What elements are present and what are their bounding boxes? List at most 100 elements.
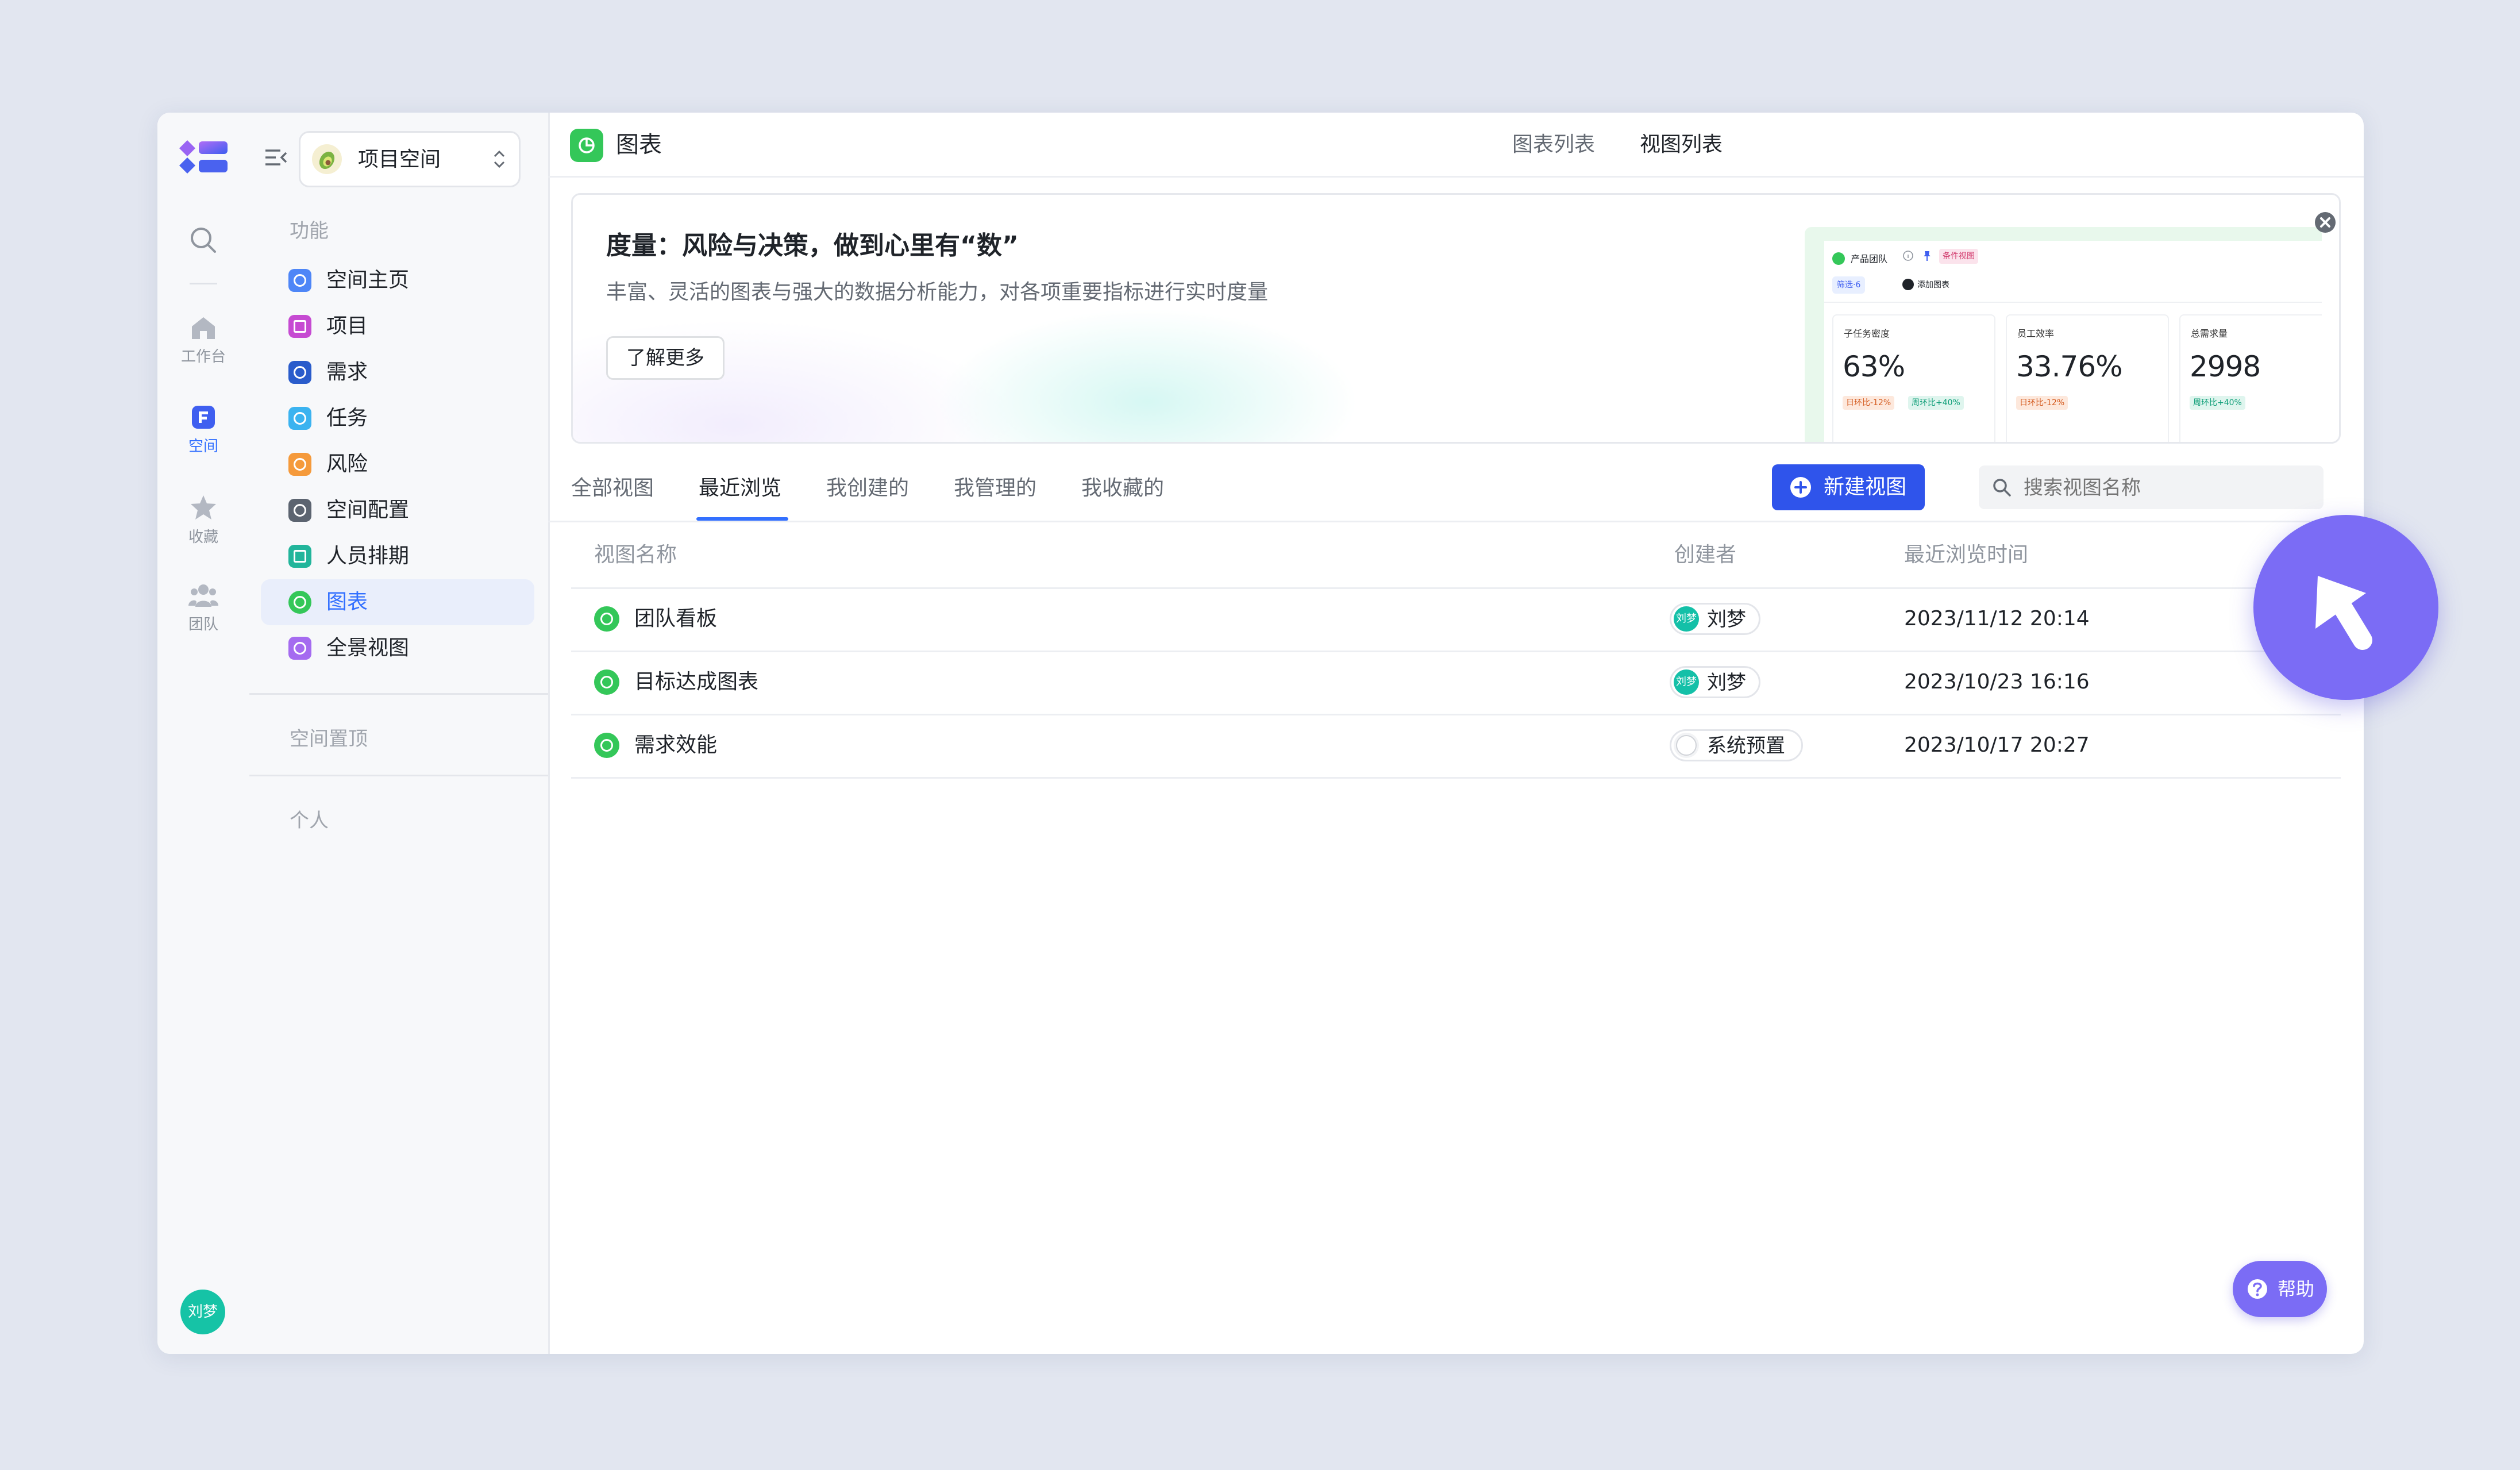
app-logo[interactable] bbox=[179, 137, 228, 177]
preview-filter: 筛选·6 bbox=[1832, 276, 1866, 294]
preview-add-chart: 添加图表 bbox=[1917, 280, 1949, 290]
tab-created-by-me[interactable]: 我创建的 bbox=[826, 475, 909, 502]
kpi-badge: 日环比-12% bbox=[1843, 396, 1895, 410]
sidebar-divider bbox=[249, 693, 548, 695]
tab-view-list[interactable]: 视图列表 bbox=[1640, 131, 1723, 159]
banner-subtitle: 丰富、灵活的图表与强大的数据分析能力，对各项重要指标进行实时度量 bbox=[606, 280, 1269, 304]
sidebar-item-charts[interactable]: 图表 bbox=[261, 579, 534, 625]
creator-name: 系统预置 bbox=[1707, 734, 1785, 757]
last-viewed-time: 2023/10/17 20:27 bbox=[1904, 733, 2090, 757]
sidebar-item-schedule[interactable]: 人员排期 bbox=[261, 533, 534, 579]
kpi-card: 总需求量 2998 周环比+40% bbox=[2179, 314, 2322, 442]
chart-view-icon bbox=[594, 669, 619, 695]
table-row[interactable]: 目标达成图表 刘梦 刘梦 2023/10/23 16:16 bbox=[571, 651, 2341, 715]
collapse-sidebar-icon[interactable] bbox=[263, 145, 288, 170]
pin-icon bbox=[1922, 250, 1932, 261]
tab-all-views[interactable]: 全部视图 bbox=[571, 475, 654, 502]
table-row[interactable]: 需求效能 系统预置 2023/10/17 20:27 bbox=[571, 714, 2341, 779]
sidebar-item-risk[interactable]: 风险 bbox=[261, 441, 534, 487]
chevron-updown-icon bbox=[490, 148, 508, 171]
user-avatar[interactable]: 刘梦 bbox=[180, 1290, 225, 1334]
rail-item-favorites[interactable]: 收藏 bbox=[157, 494, 249, 547]
new-view-button[interactable]: 新建视图 bbox=[1772, 464, 1925, 510]
preview-chart-icon bbox=[1832, 252, 1845, 265]
panorama-icon bbox=[288, 637, 311, 660]
rail-item-label: 团队 bbox=[188, 616, 218, 633]
rail-item-workbench[interactable]: 工作台 bbox=[157, 315, 249, 366]
logo-icon bbox=[179, 140, 228, 174]
calendar-icon bbox=[288, 545, 311, 568]
preview-divider bbox=[1824, 302, 2322, 303]
learn-more-button[interactable]: 了解更多 bbox=[606, 336, 725, 380]
tab-favorited[interactable]: 我收藏的 bbox=[1081, 475, 1164, 502]
creator-chip: 刘梦 刘梦 bbox=[1670, 603, 1760, 635]
sidebar-item-space-config[interactable]: 空间配置 bbox=[261, 487, 534, 533]
chart-view-icon bbox=[594, 606, 619, 632]
sidebar-item-space-home[interactable]: 空间主页 bbox=[261, 257, 534, 303]
section-pinned: 空间置顶 bbox=[290, 728, 368, 751]
kpi-value: 33.76% bbox=[2016, 350, 2123, 383]
rail-item-label: 空间 bbox=[188, 438, 218, 455]
preview-dashboard: 产品团队 条件视图 筛选·6 添加图表 子任务密度 63% 日环比-12% 周环… bbox=[1824, 241, 2322, 442]
avocado-icon bbox=[319, 151, 335, 170]
kpi-value: 2998 bbox=[2190, 350, 2261, 383]
view-name[interactable]: 目标达成图表 bbox=[634, 668, 758, 696]
kpi-badge: 周环比+40% bbox=[2190, 396, 2245, 410]
search-box[interactable] bbox=[1979, 465, 2324, 509]
gear-icon bbox=[288, 499, 311, 522]
help-button[interactable]: 帮助 bbox=[2233, 1261, 2327, 1317]
creator-avatar: 刘梦 bbox=[1674, 669, 1699, 695]
left-rail: 工作台 空间 收藏 团队 刘梦 bbox=[157, 113, 251, 1354]
cursor-arrow-icon bbox=[2315, 576, 2372, 650]
table-row[interactable]: 团队看板 刘梦 刘梦 2023/11/12 20:14 bbox=[571, 587, 2341, 652]
close-banner-icon[interactable] bbox=[2314, 211, 2337, 234]
sidebar-item-label: 需求 bbox=[326, 360, 368, 384]
sidebar-item-task[interactable]: 任务 bbox=[261, 395, 534, 441]
main-content: 图表 图表列表 视图列表 度量：风险与决策，做到心里有“数” 丰富、灵活的图表与… bbox=[548, 113, 2364, 1354]
rail-item-space[interactable]: 空间 bbox=[157, 405, 249, 456]
chart-view-icon bbox=[594, 733, 619, 758]
preview-team-label: 产品团队 bbox=[1851, 253, 1888, 264]
kpi-label: 子任务密度 bbox=[1844, 328, 1890, 339]
sidebar-item-label: 空间配置 bbox=[326, 498, 410, 522]
tab-recent[interactable]: 最近浏览 bbox=[699, 475, 781, 502]
project-icon bbox=[288, 315, 311, 338]
view-name[interactable]: 团队看板 bbox=[634, 605, 717, 633]
kpi-badge: 周环比+40% bbox=[1908, 396, 1964, 410]
sidebar-item-requirement[interactable]: 需求 bbox=[261, 349, 534, 395]
creator-chip: 刘梦 刘梦 bbox=[1670, 666, 1760, 698]
column-view-name: 视图名称 bbox=[594, 543, 677, 567]
sidebar-item-label: 项目 bbox=[326, 314, 368, 338]
kpi-label: 员工效率 bbox=[2017, 328, 2055, 339]
space-name: 项目空间 bbox=[358, 148, 441, 171]
chart-module-icon bbox=[570, 129, 603, 162]
rail-item-team[interactable]: 团队 bbox=[157, 583, 249, 634]
active-tab-indicator bbox=[696, 517, 788, 521]
section-personal: 个人 bbox=[290, 809, 329, 832]
requirement-icon bbox=[288, 361, 311, 384]
creator-name: 刘梦 bbox=[1707, 608, 1746, 631]
promo-banner: 度量：风险与决策，做到心里有“数” 丰富、灵活的图表与强大的数据分析能力，对各项… bbox=[571, 193, 2341, 444]
space-selector[interactable]: 项目空间 bbox=[299, 131, 521, 187]
kpi-card: 子任务密度 63% 日环比-12% 周环比+40% bbox=[1832, 314, 1995, 442]
last-viewed-time: 2023/10/23 16:16 bbox=[1904, 670, 2090, 694]
space-avatar bbox=[312, 144, 342, 174]
tab-managed-by-me[interactable]: 我管理的 bbox=[954, 475, 1036, 502]
kpi-badge: 日环比-12% bbox=[2016, 396, 2068, 410]
user-placeholder-icon bbox=[1676, 735, 1697, 756]
info-icon bbox=[1902, 250, 1914, 261]
app-window: 工作台 空间 收藏 团队 刘梦 项目空间 功能 空间主页 项目 需求 任务 风险… bbox=[157, 113, 2364, 1354]
search-input[interactable] bbox=[2022, 471, 2312, 505]
view-name[interactable]: 需求效能 bbox=[634, 732, 717, 759]
add-icon bbox=[1902, 279, 1914, 290]
search-icon[interactable] bbox=[188, 225, 218, 255]
search-icon bbox=[1991, 477, 2012, 498]
sidebar-item-label: 任务 bbox=[326, 406, 368, 430]
task-icon bbox=[288, 407, 311, 430]
banner-preview: 产品团队 条件视图 筛选·6 添加图表 子任务密度 63% 日环比-12% 周环… bbox=[1805, 227, 2322, 442]
sidebar-item-project[interactable]: 项目 bbox=[261, 303, 534, 349]
creator-chip: 系统预置 bbox=[1670, 729, 1803, 761]
tab-chart-list[interactable]: 图表列表 bbox=[1512, 131, 1595, 159]
sidebar-item-panorama[interactable]: 全景视图 bbox=[261, 625, 534, 671]
table-header: 视图名称 创建者 最近浏览时间 bbox=[571, 524, 2341, 589]
